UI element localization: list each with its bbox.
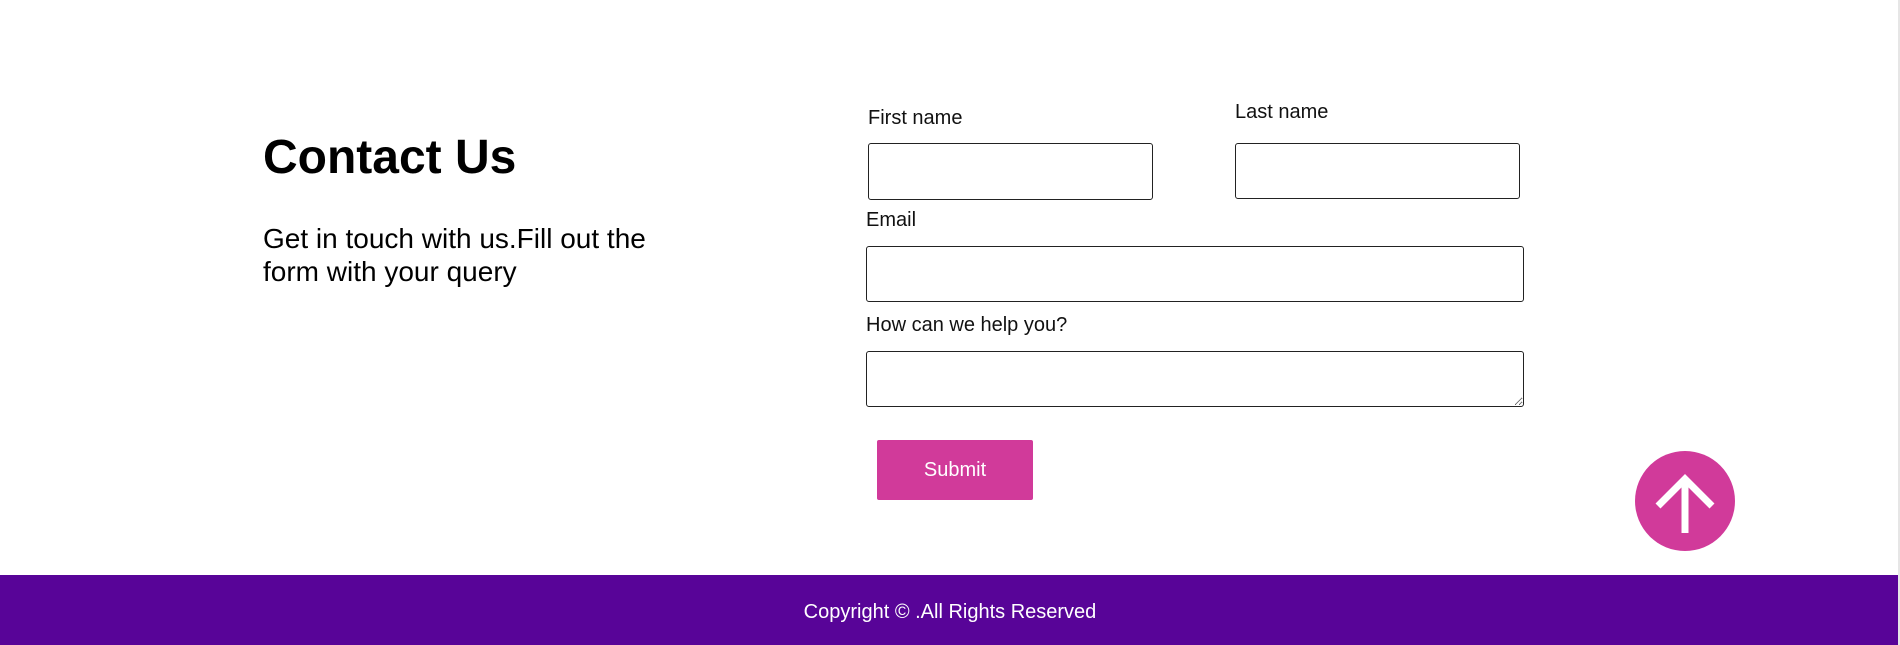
email-input[interactable] — [866, 246, 1524, 302]
submit-button[interactable]: Submit — [877, 440, 1033, 500]
message-textarea[interactable] — [866, 351, 1524, 407]
intro-description: Get in touch with us.Fill out the form w… — [263, 223, 646, 287]
copyright-text: Copyright © .All Rights Reserved — [803, 601, 1097, 623]
last-name-input[interactable] — [1235, 143, 1520, 199]
first-name-input[interactable] — [868, 143, 1153, 200]
footer: Copyright © .All Rights Reserved — [0, 575, 1900, 645]
scroll-to-top-button[interactable] — [1635, 451, 1735, 551]
page-title: Contact Us — [263, 131, 517, 184]
contact-page: Contact Us Get in touch with us.Fill out… — [0, 0, 1900, 645]
arrow-up-icon — [1655, 474, 1715, 533]
last-name-label: Last name — [1235, 101, 1329, 123]
email-label: Email — [866, 209, 917, 231]
message-label: How can we help you? — [866, 314, 1068, 336]
first-name-label: First name — [868, 107, 963, 129]
